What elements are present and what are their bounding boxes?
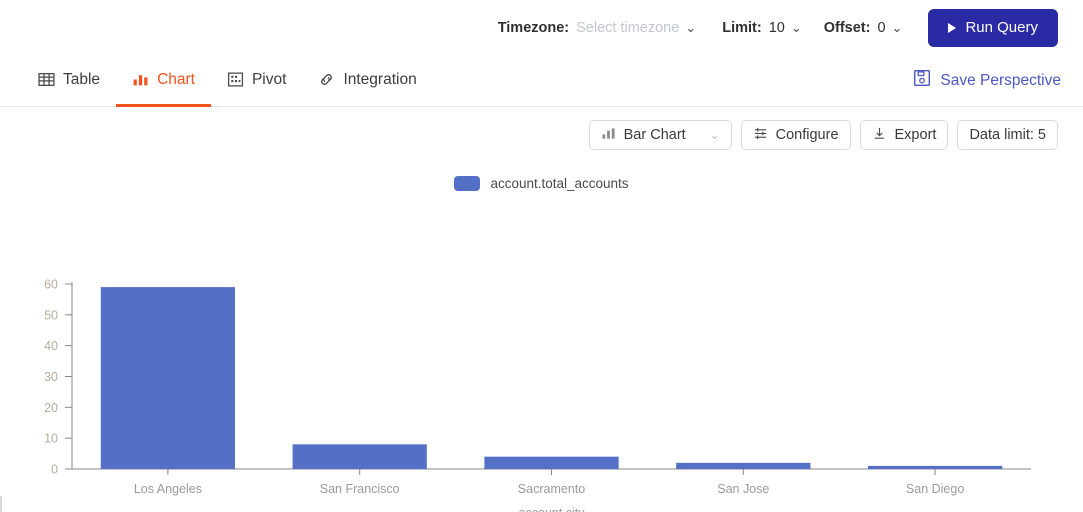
bar[interactable] (867, 465, 1003, 469)
y-axis-tick-label: 20 (44, 401, 58, 415)
chevron-down-icon: ⌄ (709, 128, 720, 142)
limit-selector[interactable]: Limit: 10 ⌄ (722, 20, 802, 36)
export-label: Export (894, 127, 937, 143)
bar-chart-icon (132, 71, 149, 88)
y-axis-tick-label: 60 (44, 278, 58, 292)
save-perspective-button[interactable]: Save Perspective (913, 69, 1061, 92)
query-toolbar: Timezone: Select timezone ⌄ Limit: 10 ⌄ … (0, 0, 1083, 55)
bar[interactable] (100, 287, 236, 469)
tab-pivot-label: Pivot (251, 70, 287, 88)
table-icon (38, 71, 55, 88)
tab-table-label: Table (63, 70, 101, 88)
y-axis-tick-label: 40 (44, 339, 58, 353)
bar[interactable] (484, 456, 619, 469)
bar[interactable] (292, 444, 427, 469)
timezone-value: Select timezone (576, 19, 680, 36)
chart-type-value: Bar Chart (623, 127, 686, 143)
run-query-label: Run Query (965, 19, 1038, 36)
chart-type-select[interactable]: Bar Chart ⌄ (588, 120, 732, 150)
chart-toolbar: Bar Chart ⌄ Configure Export Data limit:… (0, 107, 1083, 150)
bar-chart-icon (601, 126, 616, 145)
tab-pivot[interactable]: Pivot (211, 55, 302, 107)
data-limit-badge[interactable]: Data limit: 5 (957, 120, 1058, 150)
offset-selector[interactable]: Offset: 0 ⌄ (824, 20, 903, 36)
panel-resize-handle[interactable] (0, 496, 2, 512)
chevron-down-icon: ⌄ (790, 20, 802, 35)
y-axis-tick-label: 0 (51, 463, 58, 477)
legend-swatch[interactable] (454, 176, 481, 191)
legend-label: account.total_accounts (490, 176, 629, 191)
bar-chart-plot: 0 10 20 30 40 50 60 Los Angeles San Francisco Sac… (44, 278, 1031, 512)
tab-list: Table Chart Pivot Integration (22, 55, 433, 107)
chevron-down-icon: ⌄ (891, 20, 903, 35)
timezone-label: Timezone: (497, 19, 570, 36)
chart-container: account.total_accounts 0 10 20 30 40 50 60 Los … (0, 176, 1083, 512)
tab-chart-label: Chart (157, 70, 195, 88)
y-axis-tick-label: 10 (44, 432, 58, 446)
pivot-icon (227, 71, 244, 88)
x-axis-category-label: San Jose (717, 482, 769, 496)
limit-value: 10 (768, 19, 785, 36)
limit-label: Limit: (722, 19, 762, 36)
tab-integration[interactable]: Integration (302, 55, 432, 107)
sliders-icon (753, 126, 768, 145)
chevron-down-icon: ⌄ (685, 20, 697, 35)
save-floppy-icon (913, 69, 931, 92)
tab-chart[interactable]: Chart (116, 55, 211, 107)
link-icon (318, 71, 335, 88)
configure-button[interactable]: Configure (740, 120, 851, 150)
offset-label: Offset: (823, 19, 871, 36)
tab-integration-label: Integration (343, 70, 417, 88)
data-limit-label: Data limit: 5 (969, 127, 1046, 143)
chart-legend: account.total_accounts (0, 176, 1083, 191)
offset-value: 0 (877, 19, 886, 36)
x-axis-category-label: Sacramento (518, 482, 585, 496)
tab-table[interactable]: Table (22, 55, 116, 107)
x-axis-category-label: Los Angeles (134, 482, 202, 496)
x-axis-category-label: San Diego (906, 482, 964, 496)
save-perspective-label: Save Perspective (940, 71, 1061, 89)
bar[interactable] (676, 462, 811, 469)
view-tabs: Table Chart Pivot Integration Save Persp… (0, 55, 1083, 107)
run-query-button[interactable]: Run Query (928, 8, 1058, 47)
timezone-selector[interactable]: Timezone: Select timezone ⌄ (498, 20, 697, 36)
x-axis-category-label: San Francisco (320, 482, 400, 496)
play-icon (948, 22, 957, 33)
download-icon (872, 126, 887, 145)
y-axis-tick-label: 50 (44, 308, 58, 322)
export-button[interactable]: Export (859, 120, 949, 150)
x-axis-title: account.city (518, 506, 585, 512)
configure-label: Configure (775, 127, 839, 143)
y-axis-tick-label: 30 (44, 370, 58, 384)
